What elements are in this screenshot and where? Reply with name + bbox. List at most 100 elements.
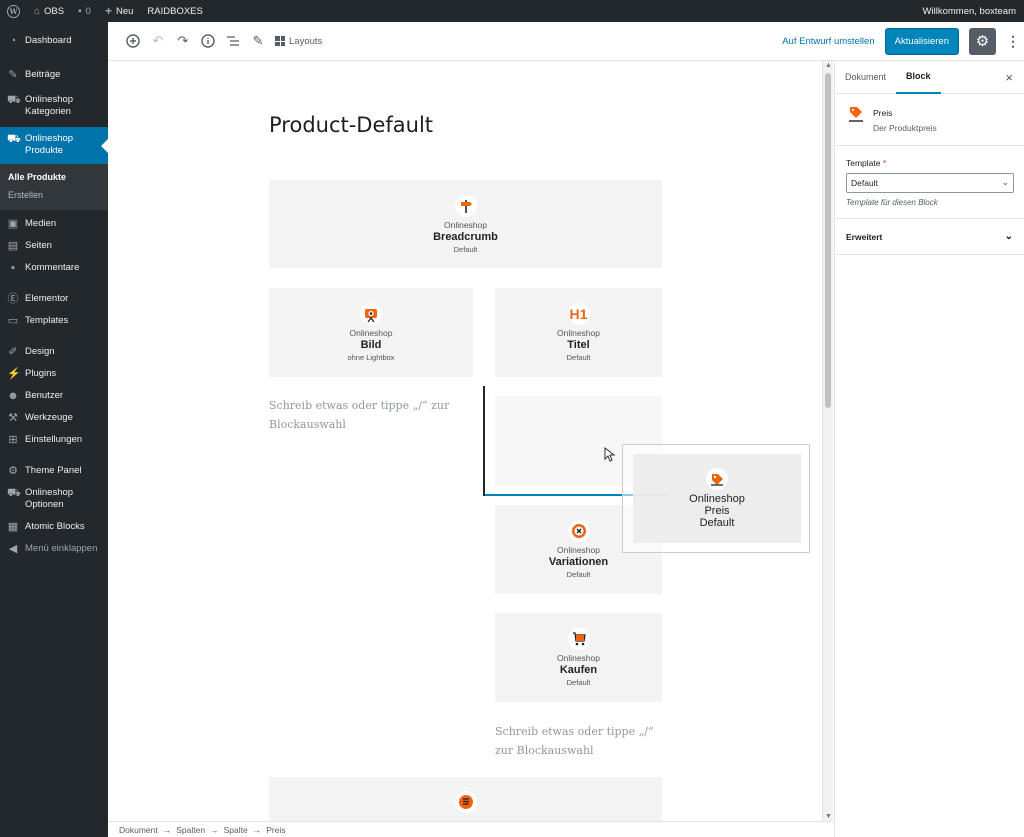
plus-icon: + xyxy=(104,4,112,18)
update-button[interactable]: Aktualisieren xyxy=(884,27,959,55)
menu-design[interactable]: ✐ Design xyxy=(0,338,108,363)
block-variant: ohne Lightbox xyxy=(347,353,395,362)
undo-button[interactable]: ↶ xyxy=(146,29,170,53)
menu-collapse[interactable]: ◀ Menü einklappen xyxy=(0,538,108,560)
block-partial-bottom[interactable] xyxy=(269,777,662,821)
block-preis-dragging[interactable]: Onlineshop Preis Default xyxy=(633,454,801,543)
greeting: Willkommen, boxteam xyxy=(922,5,1016,17)
gear-icon: ⚙ xyxy=(8,465,18,477)
template-help: Template für diesen Block xyxy=(846,198,938,207)
block-category: Onlineshop xyxy=(349,328,393,338)
menu-medien[interactable]: ▣ Medien xyxy=(0,210,108,235)
comment-icon: ▪ xyxy=(78,5,82,17)
menu-kommentare[interactable]: ▪ Kommentare xyxy=(0,257,108,279)
block-variant: Default xyxy=(566,353,591,362)
template-select[interactable]: Default ⌄ xyxy=(846,173,1014,193)
site-name: OBS xyxy=(44,5,65,17)
menu-onlineshop-optionen[interactable]: ⛟ Onlineshop Optionen xyxy=(0,482,108,516)
block-breadcrumb[interactable]: Onlineshop Breadcrumb Default xyxy=(269,180,662,268)
block-name: Bild xyxy=(360,339,382,351)
wp-logo-menu[interactable]: W xyxy=(0,0,27,22)
breadcrumb-separator: → xyxy=(252,824,262,835)
tab-document[interactable]: Dokument xyxy=(835,61,896,94)
block-name: Preis xyxy=(704,505,730,517)
gear-icon: ⚙ xyxy=(975,33,990,50)
menu-elementor[interactable]: Ⓔ Elementor xyxy=(0,285,108,310)
new-content-link[interactable]: + Neu xyxy=(98,0,140,22)
raidboxes-link[interactable]: RAIDBOXES xyxy=(140,0,209,22)
breadcrumb-preis[interactable]: Preis xyxy=(266,825,285,835)
wordpress-icon: W xyxy=(7,4,20,18)
menu-label: Design xyxy=(25,346,55,357)
menu-onlineshop-kategorien[interactable]: ⛟ Onlineshop Kategorien xyxy=(0,86,108,123)
menu-onlineshop-produkte[interactable]: ⛟ Onlineshop Produkte xyxy=(0,127,108,164)
price-tag-icon xyxy=(706,468,728,493)
more-vertical-icon: ⋮ xyxy=(1006,32,1020,49)
scroll-down-icon[interactable]: ▼ xyxy=(824,813,833,820)
menu-beitraege[interactable]: ✎ Beiträge xyxy=(0,61,108,86)
block-titel[interactable]: H1 Onlineshop Titel Default xyxy=(495,288,662,377)
comments-count: 0 xyxy=(85,5,91,17)
settings-icon: ⊞ xyxy=(8,434,18,446)
switch-to-draft-button[interactable]: Auf Entwurf umstellen xyxy=(782,36,874,47)
menu-dashboard[interactable]: ◔ Dashboard xyxy=(0,22,108,55)
site-name-link[interactable]: ⌂ OBS xyxy=(27,0,71,22)
signpost-icon xyxy=(454,194,477,217)
plus-circle-icon xyxy=(126,34,140,48)
block-variant: Default xyxy=(699,517,735,529)
advanced-label: Erweitert xyxy=(846,231,883,242)
post-title[interactable]: Product-Default xyxy=(269,113,433,137)
wrench-icon: ⚒ xyxy=(8,412,18,424)
list-icon xyxy=(227,36,239,46)
canvas-scrollbar[interactable]: ▲ ▼ xyxy=(822,61,833,821)
tab-block[interactable]: Block xyxy=(896,61,941,94)
settings-button[interactable]: ⚙ xyxy=(969,27,996,55)
menu-seiten[interactable]: ▤ Seiten xyxy=(0,235,108,257)
settings-sidebar: Dokument Block × Preis Der Produktpreis … xyxy=(834,61,1024,837)
advanced-panel-toggle[interactable]: Erweitert ⌄ xyxy=(835,219,1024,255)
pin-icon: ✎ xyxy=(8,69,18,81)
block-category: Onlineshop xyxy=(556,328,600,338)
block-name: Variationen xyxy=(548,556,609,568)
breadcrumb-spalten[interactable]: Spalten xyxy=(176,825,205,835)
menu-benutzer[interactable]: ☻ Benutzer xyxy=(0,385,108,407)
menu-einstellungen[interactable]: ⊞ Einstellungen xyxy=(0,429,108,451)
layouts-button[interactable]: Layouts xyxy=(275,36,322,47)
admin-bar: W ⌂ OBS ▪ 0 + Neu RAIDBOXES Willkommen, … xyxy=(0,0,1024,22)
block-bild[interactable]: Onlineshop Bild ohne Lightbox xyxy=(269,288,473,377)
submenu-alle-produkte[interactable]: Alle Produkte xyxy=(0,168,108,186)
info-button[interactable] xyxy=(196,29,220,53)
menu-label: Dashboard xyxy=(25,35,72,46)
required-marker: * xyxy=(882,158,887,168)
comments-link[interactable]: ▪ 0 xyxy=(71,0,98,22)
menu-theme-panel[interactable]: ⚙ Theme Panel xyxy=(0,457,108,482)
menu-label: Templates xyxy=(25,315,69,326)
block-variant: Default xyxy=(566,678,591,687)
menu-templates[interactable]: ▭ Templates xyxy=(0,310,108,332)
menu-atomic-blocks[interactable]: ▦ Atomic Blocks xyxy=(0,516,108,538)
block-navigation-button[interactable] xyxy=(221,29,245,53)
breadcrumb-document[interactable]: Dokument xyxy=(119,825,158,835)
block-category: Onlineshop xyxy=(689,493,745,505)
elementor-icon: Ⓔ xyxy=(7,293,19,305)
paragraph-placeholder-right[interactable]: Schreib etwas oder tippe „/“ zur Blockau… xyxy=(495,722,670,760)
menu-werkzeuge[interactable]: ⚒ Werkzeuge xyxy=(0,407,108,429)
shopping-cart-icon xyxy=(567,628,590,650)
block-kaufen[interactable]: Onlineshop Kaufen Default xyxy=(495,613,662,702)
paragraph-placeholder-left[interactable]: Schreib etwas oder tippe „/“ zur Blockau… xyxy=(269,396,474,434)
scrollbar-thumb[interactable] xyxy=(825,73,831,408)
edit-mode-button[interactable]: ✎ xyxy=(246,29,270,53)
block-variant: Default xyxy=(453,244,478,254)
menu-plugins[interactable]: ⚡ Plugins xyxy=(0,363,108,385)
undo-icon: ↶ xyxy=(152,33,164,48)
account-menu[interactable]: Willkommen, boxteam xyxy=(916,0,1024,22)
breadcrumb-spalte[interactable]: Spalte xyxy=(224,825,248,835)
add-block-button[interactable] xyxy=(121,29,145,53)
submenu-erstellen[interactable]: Erstellen xyxy=(0,186,108,204)
scroll-up-icon[interactable]: ▲ xyxy=(824,62,833,69)
more-menu-button[interactable]: ⋮ xyxy=(1006,33,1020,50)
close-icon[interactable]: × xyxy=(1005,70,1013,85)
comment-icon: ▪ xyxy=(11,262,15,274)
redo-button[interactable]: ↷ xyxy=(171,29,195,53)
breadcrumb-separator: → xyxy=(210,824,219,835)
